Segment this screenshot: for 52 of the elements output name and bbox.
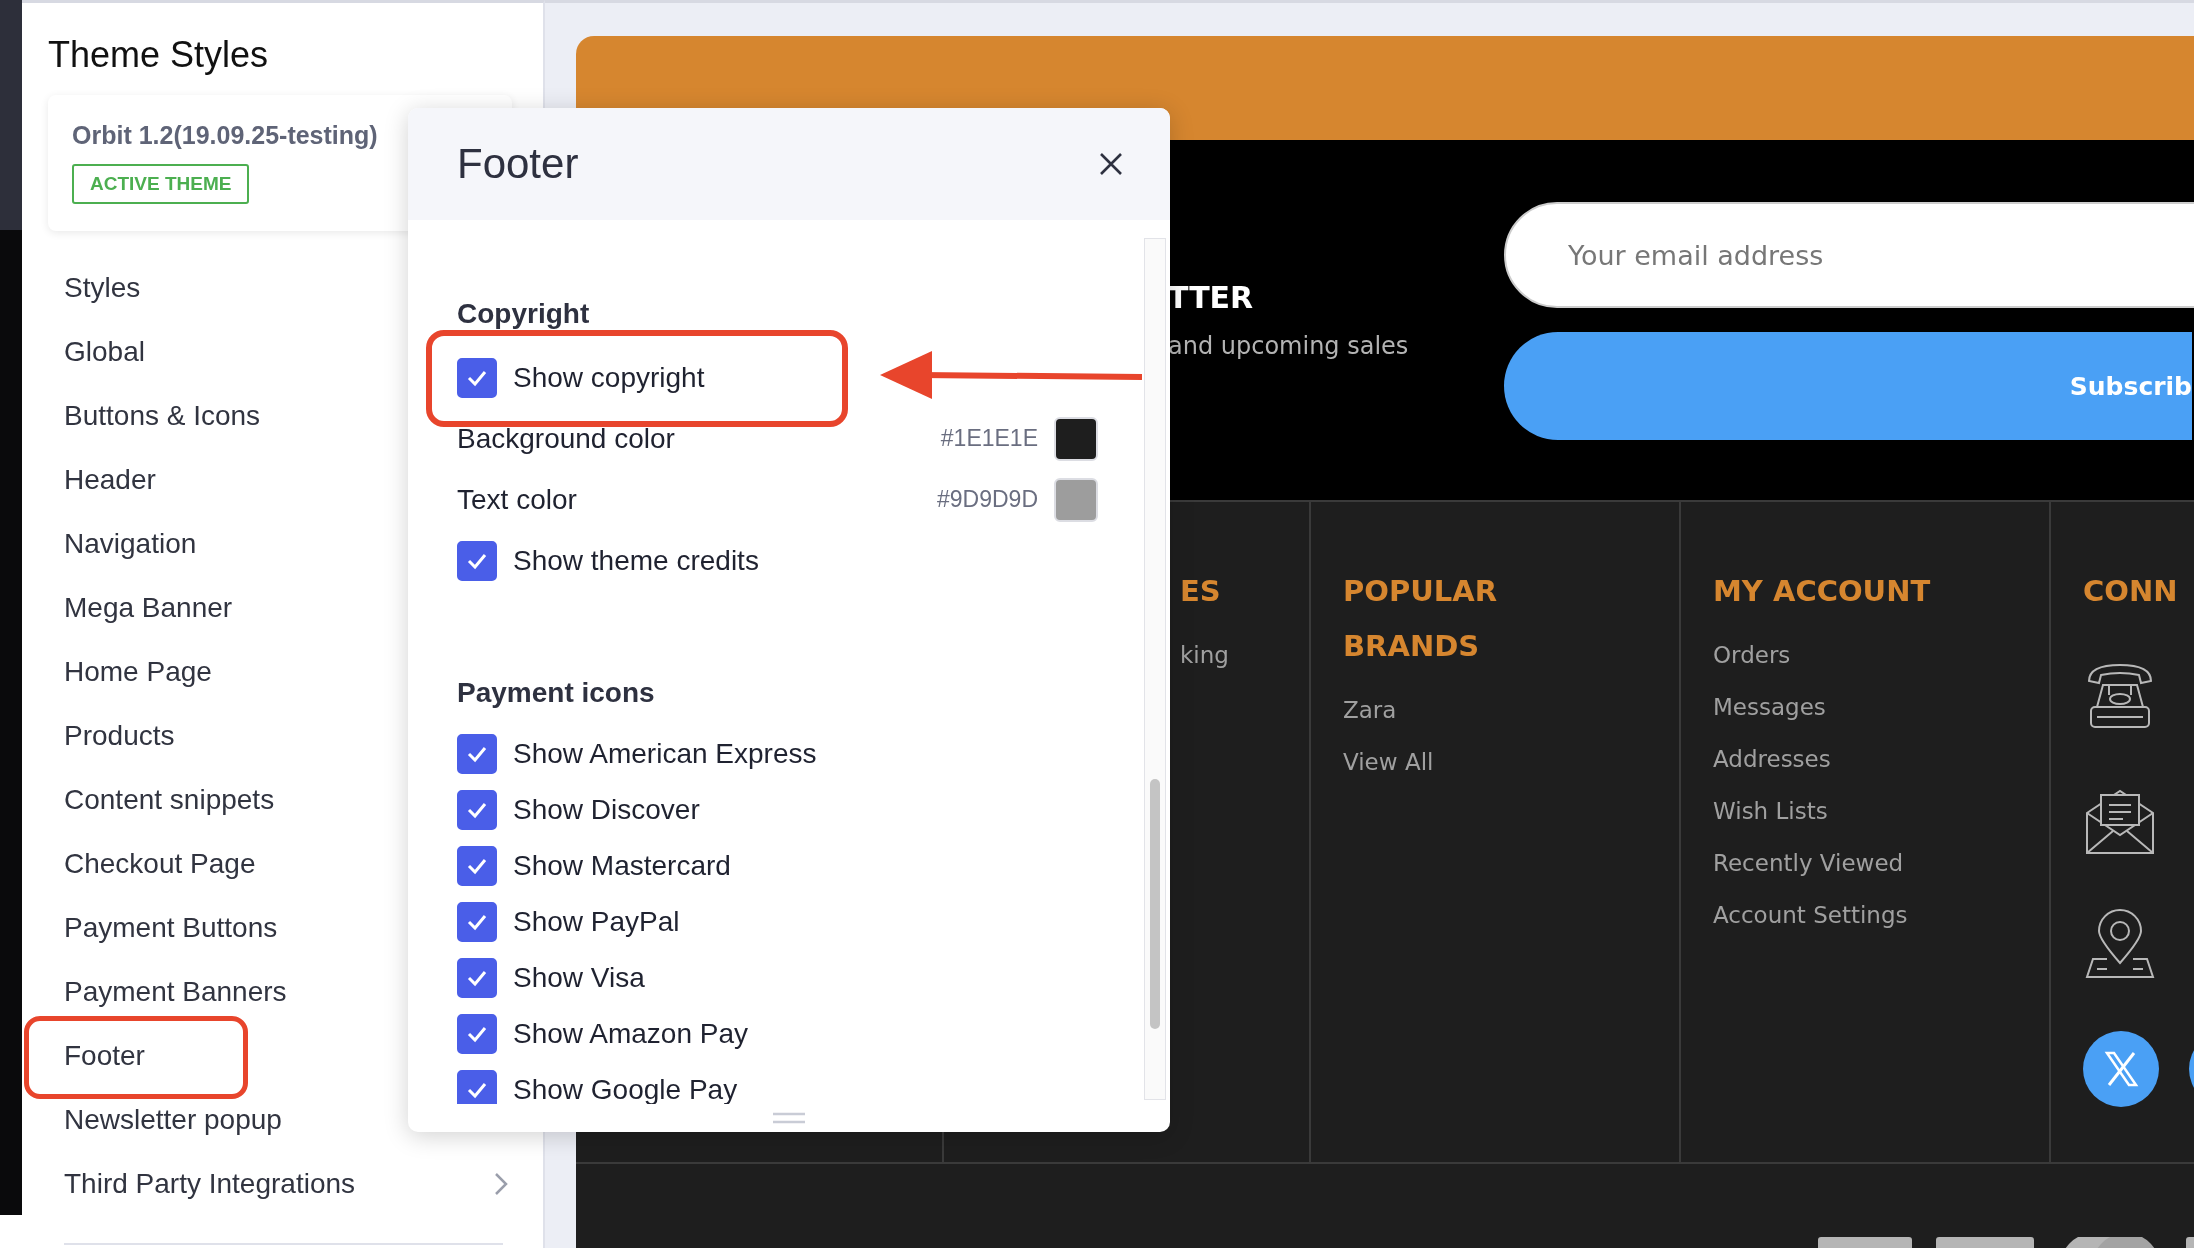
section-heading: Payment icons — [457, 676, 656, 710]
checkbox[interactable] — [457, 902, 497, 942]
setting-label: Text color — [457, 483, 578, 516]
column-heading: ES — [1180, 573, 1222, 610]
popup-title: Footer — [457, 140, 579, 188]
checkbox-label: Show copyright — [513, 361, 705, 394]
checkbox-label: Show Amazon Pay — [513, 1018, 749, 1050]
checkbox-label: Show theme credits — [513, 544, 759, 577]
color-swatch[interactable] — [1054, 416, 1098, 461]
color-value: #9D9D9D — [937, 486, 1038, 513]
footer-link[interactable]: Zara — [1343, 684, 1679, 736]
newsletter-text: and upcoming sales — [1168, 332, 1410, 360]
footer-link[interactable]: View All — [1343, 736, 1679, 788]
column-heading: MY ACCOUNT — [1713, 573, 1932, 610]
checkbox[interactable] — [457, 958, 497, 998]
footer-link[interactable]: king — [1180, 629, 1309, 681]
drag-handle-icon — [772, 1112, 806, 1124]
checkbox[interactable] — [457, 1070, 497, 1104]
close-icon — [1098, 151, 1124, 177]
email-input-field[interactable]: Your email address — [1504, 202, 2194, 308]
footer-link[interactable]: Orders — [1713, 629, 2049, 681]
checkbox[interactable] — [457, 734, 497, 774]
checkbox[interactable] — [457, 357, 497, 398]
color-swatch[interactable] — [1054, 477, 1098, 522]
theme-name: Orbit 1.2(19.09.25-testing) — [72, 121, 378, 150]
status-badge: ACTIVE THEME — [72, 164, 250, 204]
checkbox-label: Show PayPal — [513, 906, 680, 938]
menu-item[interactable]: Third Party Integrations — [64, 1168, 493, 1200]
sidebar-title: Theme Styles — [47, 33, 270, 77]
footer-link[interactable]: Recently Viewed — [1713, 837, 2049, 889]
location-pin-icon — [2083, 907, 2157, 981]
checkbox-label: Show Visa — [513, 962, 645, 994]
checkbox-label: Show Google Pay — [513, 1074, 738, 1104]
scrollbar[interactable] — [1144, 238, 1166, 1100]
footer-link[interactable]: Messages — [1713, 681, 2049, 733]
column-heading: CONN — [2083, 573, 2179, 610]
checkbox[interactable] — [457, 790, 497, 830]
footer-link[interactable]: Wish Lists — [1713, 785, 2049, 837]
section-heading: Copyright — [457, 297, 591, 331]
footer-link[interactable]: Account Settings — [1713, 889, 2049, 941]
checkbox[interactable] — [457, 540, 497, 581]
column-heading: POPULAR BRANDS — [1343, 573, 1498, 665]
color-value: #1E1E1E — [940, 425, 1038, 452]
checkbox-label: Show Mastercard — [513, 850, 731, 882]
footer-link[interactable]: Addresses — [1713, 733, 2049, 785]
x-logo-icon — [2083, 1031, 2159, 1107]
newsletter-heading: TTER — [1168, 279, 1255, 317]
checkbox-label: Show Discover — [513, 794, 700, 826]
checkbox[interactable] — [457, 846, 497, 886]
checkbox[interactable] — [457, 1014, 497, 1054]
setting-label: Background color — [457, 422, 676, 455]
checkbox-label: Show American Express — [513, 738, 817, 770]
